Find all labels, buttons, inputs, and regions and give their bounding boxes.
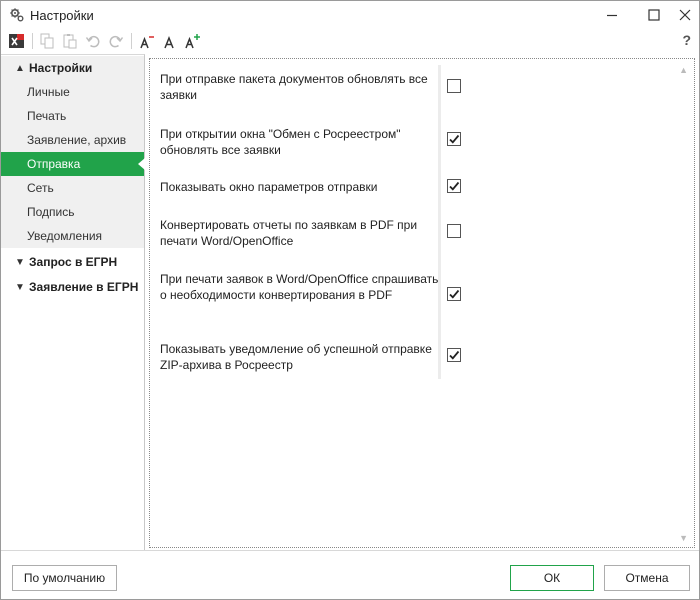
- copy-button[interactable]: [37, 31, 57, 51]
- toolbar: ?: [1, 29, 699, 53]
- option-checkbox[interactable]: [447, 287, 461, 301]
- paste-icon: [63, 34, 77, 49]
- option-label: При отправке пакета документов обновлять…: [160, 72, 428, 102]
- option-label: Конвертировать отчеты по заявкам в PDF п…: [160, 218, 418, 248]
- help-button[interactable]: ?: [682, 32, 691, 48]
- option-label: При открытии окна "Обмен с Росреестром" …: [160, 127, 401, 157]
- option-checkbox[interactable]: [447, 79, 461, 93]
- maximize-icon: [648, 9, 660, 21]
- option-label: Показывать уведомление об успешной отпра…: [160, 342, 432, 372]
- scroll-up-icon[interactable]: ▲: [679, 65, 688, 75]
- toolbar-separator: [32, 33, 33, 49]
- checkmark-icon: [449, 134, 460, 144]
- export-button[interactable]: [7, 31, 27, 51]
- sidebar-group-egrn-request[interactable]: ▼ Запрос в ЕГРН: [1, 250, 144, 274]
- title-bar: Настройки: [1, 1, 699, 29]
- scroll-down-icon[interactable]: ▼: [679, 533, 688, 543]
- decrease-font-button[interactable]: [137, 31, 157, 51]
- option-checkbox[interactable]: [447, 132, 461, 146]
- default-button[interactable]: По умолчанию: [12, 565, 117, 591]
- sidebar-group-label: Настройки: [29, 61, 93, 75]
- sidebar-item-notifications[interactable]: Уведомления: [1, 224, 144, 248]
- sidebar-item-signature[interactable]: Подпись: [1, 200, 144, 224]
- checkmark-icon: [449, 289, 460, 299]
- dialog-footer: По умолчанию ОК Отмена: [1, 550, 699, 599]
- ok-button[interactable]: ОК: [510, 565, 594, 591]
- undo-button[interactable]: [83, 31, 103, 51]
- decrease-font-icon: [140, 36, 154, 49]
- sidebar-group-settings[interactable]: ▲ Настройки: [1, 56, 144, 80]
- checkmark-icon: [449, 350, 460, 360]
- font-size-icon: [164, 35, 174, 49]
- cancel-button[interactable]: Отмена: [604, 565, 690, 591]
- settings-window: Настройки ? ▲ Настройки Личные Печать За…: [0, 0, 700, 600]
- sidebar-group-egrn-application[interactable]: ▼ Заявление в ЕГРН: [1, 275, 144, 299]
- minimize-button[interactable]: [595, 1, 629, 29]
- checkmark-icon: [449, 181, 460, 191]
- settings-panel: ▲ ▼ При отправке пакета документов обнов…: [149, 58, 695, 548]
- settings-sidebar: ▲ Настройки Личные Печать Заявление, арх…: [1, 54, 145, 550]
- redo-button[interactable]: [106, 31, 126, 51]
- sidebar-item-application-archive[interactable]: Заявление, архив: [1, 128, 144, 152]
- redo-icon: [109, 35, 124, 48]
- chevron-up-icon: ▲: [15, 62, 25, 74]
- window-title: Настройки: [30, 8, 94, 23]
- chevron-down-icon: ▼: [15, 281, 25, 293]
- minimize-icon: [607, 14, 617, 17]
- sidebar-item-print[interactable]: Печать: [1, 104, 144, 128]
- option-checkbox[interactable]: [447, 348, 461, 362]
- increase-font-icon: [185, 34, 200, 49]
- toolbar-separator: [131, 33, 132, 49]
- sidebar-item-personal[interactable]: Личные: [1, 80, 144, 104]
- option-label: При печати заявок в Word/OpenOffice спра…: [160, 272, 439, 302]
- option-checkbox[interactable]: [447, 179, 461, 193]
- paste-button[interactable]: [60, 31, 80, 51]
- maximize-button[interactable]: [637, 1, 671, 29]
- sidebar-item-sending[interactable]: Отправка: [1, 152, 145, 176]
- default-font-button[interactable]: [159, 31, 179, 51]
- option-checkbox[interactable]: [447, 224, 461, 238]
- export-excel-icon: [9, 34, 24, 48]
- close-window-button[interactable]: [668, 1, 700, 29]
- sidebar-item-network[interactable]: Сеть: [1, 176, 144, 200]
- sidebar-group-label: Запрос в ЕГРН: [29, 255, 118, 269]
- chevron-down-icon: ▼: [15, 256, 25, 268]
- sidebar-group-label: Заявление в ЕГРН: [29, 280, 139, 294]
- gears-icon: [10, 8, 24, 22]
- increase-font-button[interactable]: [183, 31, 203, 51]
- undo-icon: [85, 35, 100, 48]
- close-icon: [679, 9, 691, 21]
- option-label: Показывать окно параметров отправки: [160, 180, 378, 194]
- copy-icon: [40, 33, 54, 49]
